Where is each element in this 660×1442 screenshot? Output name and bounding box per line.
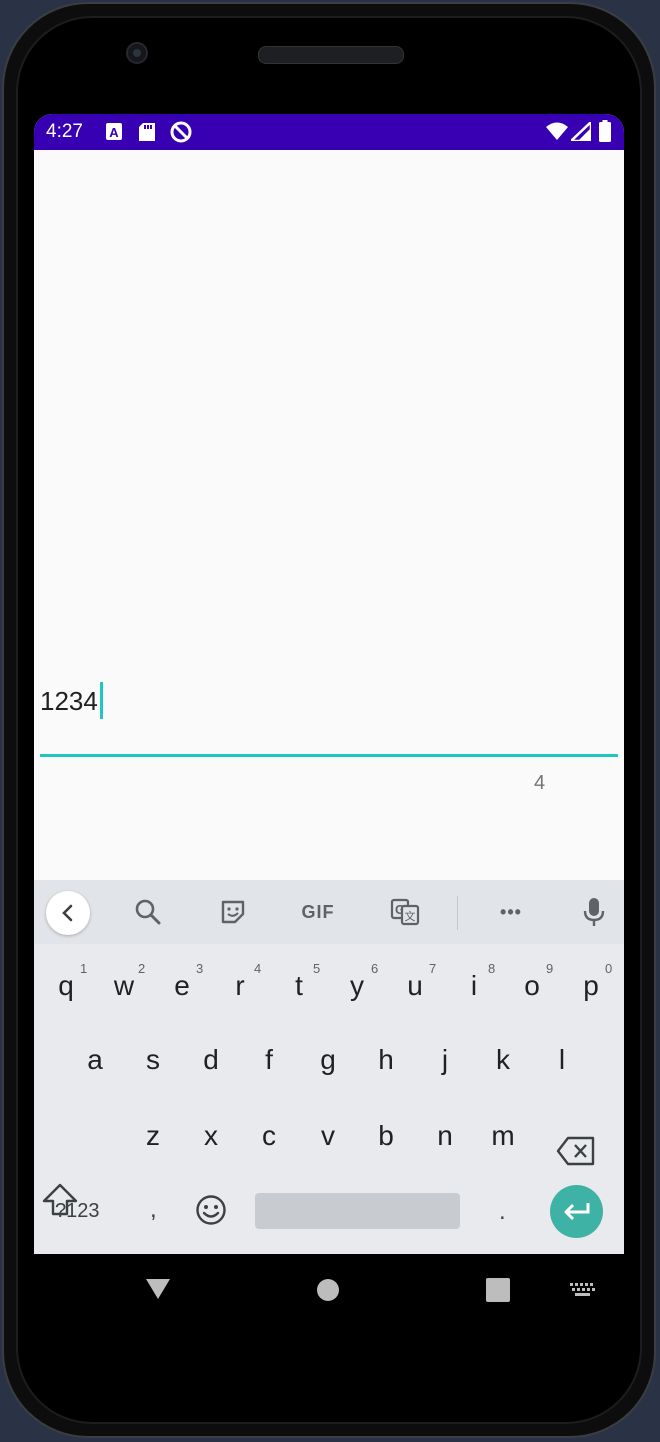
do-not-disturb-icon [170,121,192,148]
sticker-icon[interactable] [215,894,251,930]
toolbar-divider [457,896,458,930]
symbols-key[interactable]: ?123 [55,1200,100,1223]
back-icon[interactable] [46,891,90,935]
more-label: ••• [500,901,522,922]
key-z[interactable]: z [124,1120,182,1152]
sd-card-icon [139,123,155,146]
key-hint-9: 9 [546,961,554,976]
key-hint-1: 1 [80,961,88,976]
device-screen: 4:27 A 1234 4 GIF G 文 ••• q 1 w 2 e 3 r … [34,114,624,1254]
battery-icon [599,120,611,147]
period-key[interactable]: . [499,1198,506,1226]
key-hint-5: 5 [313,961,321,976]
key-hint-3: 3 [196,961,204,976]
status-bar: 4:27 A [34,114,624,150]
recents-square-icon[interactable] [486,1278,510,1302]
key-l[interactable]: l [533,1044,591,1076]
keyboard-toolbar: GIF G文 ••• [34,880,624,944]
key-k[interactable]: k [474,1044,532,1076]
emoji-key[interactable] [195,1194,227,1226]
earpiece-speaker [258,46,404,64]
space-bar[interactable] [255,1193,460,1229]
emoji-icon [196,1195,226,1225]
key-hint-7: 7 [429,961,437,976]
key-hint-0: 0 [605,961,613,976]
backspace-icon [556,1136,595,1166]
status-time: 4:27 [46,121,83,142]
input-underline [40,754,618,757]
key-d[interactable]: d [182,1044,240,1076]
gif-icon[interactable]: GIF [296,894,340,930]
key-j[interactable]: j [416,1044,474,1076]
svg-text:文: 文 [405,909,416,923]
enter-icon [564,1202,589,1220]
navigation-bar [34,1254,624,1326]
key-f[interactable]: f [240,1044,298,1076]
text-cursor [100,682,103,719]
key-x[interactable]: x [182,1120,240,1152]
key-v[interactable]: v [299,1120,357,1152]
mic-icon[interactable] [576,894,612,930]
search-icon[interactable] [130,894,166,930]
key-a[interactable]: a [66,1044,124,1076]
back-triangle-icon[interactable] [144,1276,172,1302]
key-hint-8: 8 [488,961,496,976]
keyboard-switch-icon[interactable] [570,1282,596,1298]
key-b[interactable]: b [357,1120,415,1152]
front-camera [126,42,148,64]
backspace-key[interactable] [556,1136,596,1166]
key-h[interactable]: h [357,1044,415,1076]
key-c[interactable]: c [240,1120,298,1152]
translate-icon[interactable]: G文 [387,894,423,930]
comma-key[interactable]: , [150,1196,157,1224]
text-input[interactable]: 1234 [40,686,98,717]
enter-key[interactable] [550,1185,603,1238]
key-n[interactable]: n [416,1120,474,1152]
more-icon[interactable]: ••• [493,894,529,930]
key-m[interactable]: m [474,1120,532,1152]
key-hint-2: 2 [138,961,146,976]
key-g[interactable]: g [299,1044,357,1076]
soft-keyboard: GIF G文 ••• q 1 w 2 e 3 r 4 t 5 y 6 u 7 i… [34,880,624,1254]
character-counter: 4 [534,772,546,794]
key-hint-4: 4 [254,961,262,976]
home-circle-icon[interactable] [316,1278,340,1302]
key-s[interactable]: s [124,1044,182,1076]
gif-label: GIF [301,901,335,922]
cell-signal-icon [567,119,593,146]
svg-text:A: A [109,125,119,140]
app-content: 1234 4 [34,150,624,880]
wifi-icon [546,122,568,145]
key-hint-6: 6 [371,961,379,976]
font-a-icon: A [106,123,122,146]
